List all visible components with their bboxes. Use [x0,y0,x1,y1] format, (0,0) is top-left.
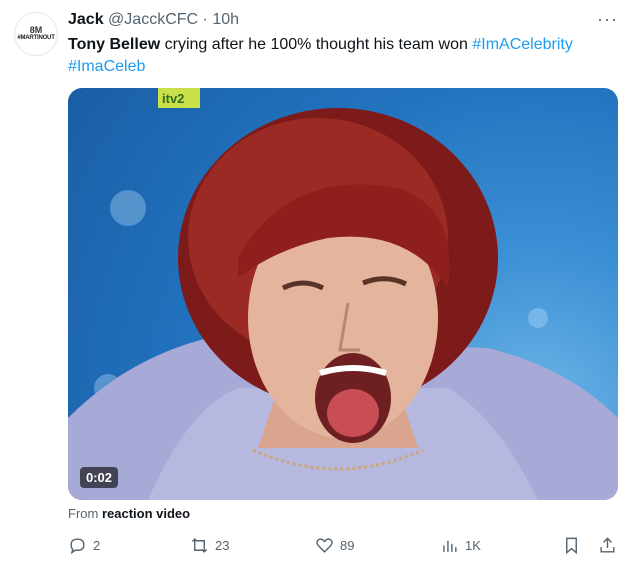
channel-logo: itv2 [162,91,184,106]
repost-button[interactable]: 23 [190,536,229,555]
video-player[interactable]: itv2 0:02 [68,88,618,500]
reply-icon [70,538,85,555]
share-button[interactable] [598,536,617,555]
author-name[interactable]: Jack [68,11,104,28]
reply-count: 2 [93,538,101,553]
views-chart-icon [443,540,457,552]
video-frame-illustration: itv2 [68,88,618,500]
from-source-link[interactable]: reaction video [102,506,190,521]
repost-icon [191,538,208,553]
avatar-logo-text: 8M [29,25,43,35]
tweet-time[interactable]: 10h [212,11,239,28]
repost-count: 23 [215,538,230,553]
from-prefix: From [68,506,102,521]
like-count: 89 [340,538,355,553]
from-attribution: From reaction video [68,506,190,521]
separator-dot: · [202,11,208,28]
avatar[interactable]: 8M #MARTINOUT [14,12,58,56]
more-options-button[interactable]: ··· [597,10,618,28]
video-duration-badge: 0:02 [80,467,119,488]
tweet-text: Tony Bellew crying after he 100% thought… [68,34,616,78]
author-handle[interactable]: @JacckCFC [108,11,198,28]
hashtag-link[interactable]: #ImACelebrity [472,36,572,53]
tweet-body: crying after he 100% thought his team wo… [160,36,473,53]
bookmark-button[interactable] [562,536,581,555]
action-bar: 2 23 89 1K [68,536,618,560]
reply-button[interactable]: 2 [68,536,100,555]
heart-icon [316,538,333,553]
mention-name: Tony Bellew [68,36,161,53]
bookmark-icon [566,537,577,555]
share-icon [600,537,615,553]
views-button[interactable]: 1K [440,536,481,555]
views-count: 1K [465,538,481,553]
tweet-header: Jack @JacckCFC · 10h [68,10,239,30]
avatar-tag-text: #MARTINOUT [17,35,55,41]
like-button[interactable]: 89 [315,536,354,555]
hashtag-link[interactable]: #ImaCeleb [68,58,145,75]
